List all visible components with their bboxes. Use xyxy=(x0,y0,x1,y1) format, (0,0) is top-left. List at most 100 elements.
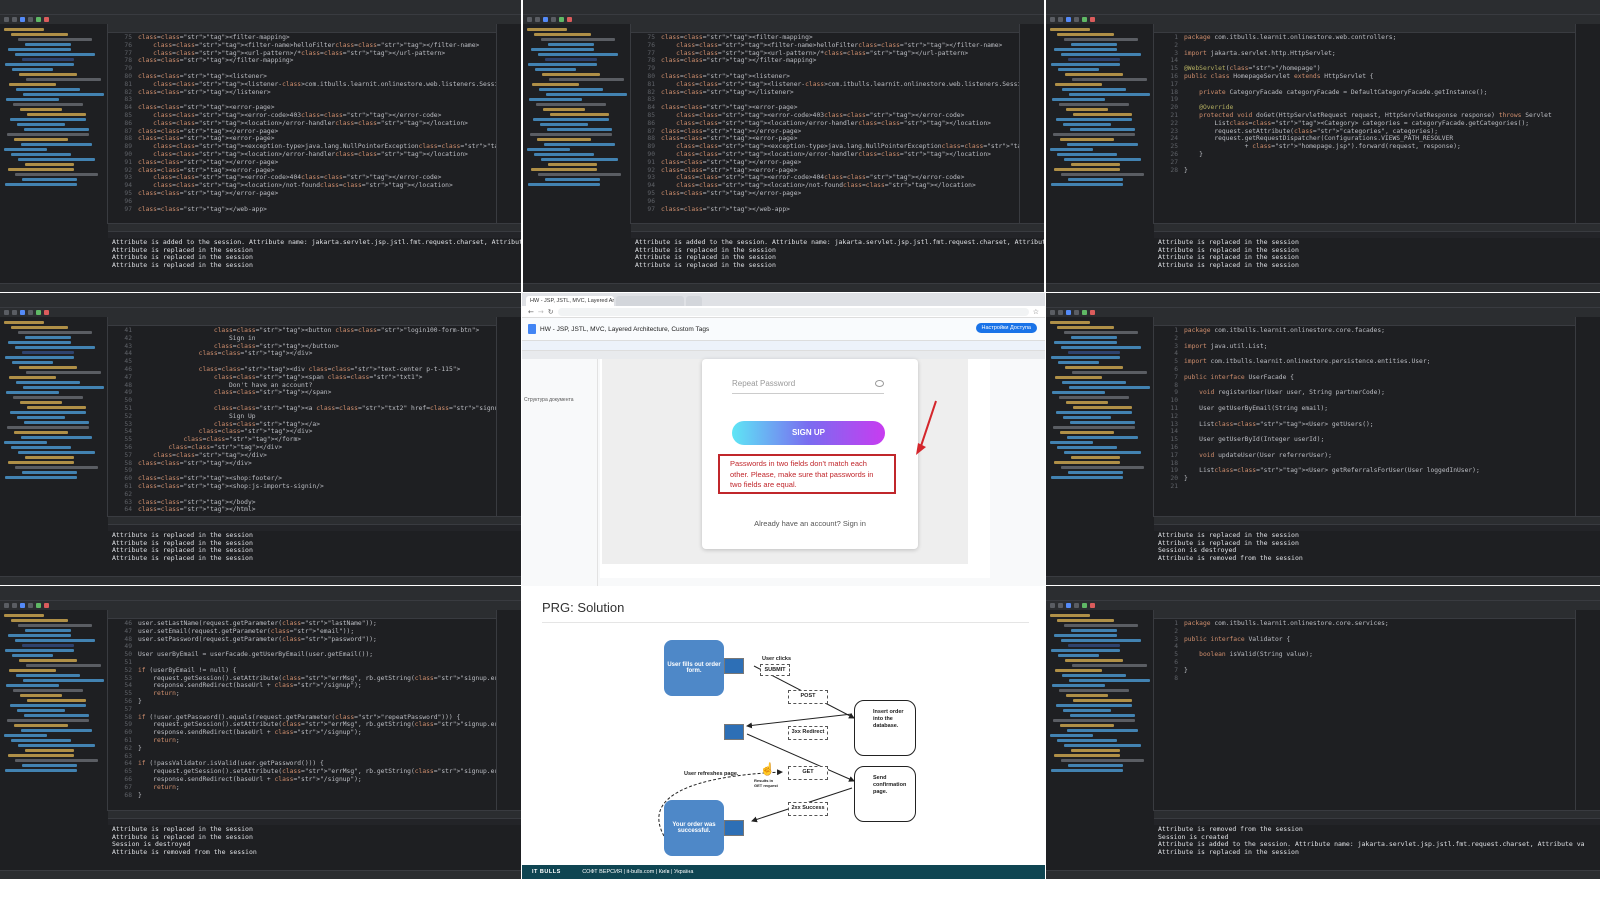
tree-item[interactable] xyxy=(1065,366,1123,369)
code-line[interactable]: 21 protected void doGet(HttpServletReque… xyxy=(1154,112,1576,120)
code-line[interactable]: 22 Listclass=class="str">"tag"><Category… xyxy=(1154,120,1576,128)
code-line[interactable]: 51 class=class="str">"tag"><a class=clas… xyxy=(108,405,497,413)
code-line[interactable]: 60 response.sendRedirect(baseUrl + class… xyxy=(108,729,497,737)
code-line[interactable]: 58 class=class="str">"tag"></div> xyxy=(108,460,497,468)
tree-item[interactable] xyxy=(18,624,92,627)
tree-item[interactable] xyxy=(8,754,74,757)
code-line[interactable]: 54 class=class="str">"tag"></div> xyxy=(108,428,497,436)
tree-item[interactable] xyxy=(15,346,95,349)
tree-item[interactable] xyxy=(1056,118,1132,121)
tree-item[interactable] xyxy=(16,381,80,384)
tree-item[interactable] xyxy=(1055,83,1102,86)
code-line[interactable]: 67 return; xyxy=(108,784,497,792)
code-line[interactable]: 75 class=class="str">"tag"><filter-mappin… xyxy=(108,34,497,42)
code-line[interactable]: 53 class=class="str">"tag"></a> xyxy=(108,421,497,429)
tree-item[interactable] xyxy=(1069,386,1150,389)
stop-icon[interactable] xyxy=(44,603,49,608)
tree-item[interactable] xyxy=(15,53,95,56)
tree-item[interactable] xyxy=(547,128,612,131)
code-line[interactable]: 28} xyxy=(1154,167,1576,175)
tree-item[interactable] xyxy=(1072,371,1147,374)
code-line[interactable]: 60 class=class="str">"tag"><shop:footer/> xyxy=(108,475,497,483)
toolbar-icon[interactable] xyxy=(28,603,33,608)
tree-item[interactable] xyxy=(1053,426,1135,429)
tree-item[interactable] xyxy=(1068,58,1120,61)
tree-item[interactable] xyxy=(1071,336,1117,339)
tree-item[interactable] xyxy=(13,689,83,692)
code-line[interactable]: 57 class=class="str">"tag"></div> xyxy=(108,452,497,460)
tree-item[interactable] xyxy=(7,719,89,722)
tree-item[interactable] xyxy=(1067,436,1138,439)
code-line[interactable]: 61 return; xyxy=(108,737,497,745)
tree-item[interactable] xyxy=(24,421,89,424)
toolbar-icon[interactable] xyxy=(1050,17,1055,22)
tree-item[interactable] xyxy=(22,351,74,354)
tree-item[interactable] xyxy=(21,436,92,439)
tree-item[interactable] xyxy=(1051,476,1123,479)
tree-item[interactable] xyxy=(1051,63,1120,66)
tree-item[interactable] xyxy=(1051,769,1123,772)
toolbar-icon[interactable] xyxy=(1058,17,1063,22)
code-line[interactable]: 82 class=class="str">"tag"></listener> xyxy=(108,89,497,97)
tree-item[interactable] xyxy=(543,108,585,111)
tree-item[interactable] xyxy=(1061,173,1144,176)
code-line[interactable]: 1 package com.itbulls.learnit.onlinestore… xyxy=(1154,34,1576,42)
tree-item[interactable] xyxy=(1050,441,1093,444)
toolbar-icon[interactable] xyxy=(551,17,556,22)
code-line[interactable]: 1 package com.itbulls.learnit.onlinestore… xyxy=(1154,327,1576,335)
code-line[interactable]: 91 class=class="str">"tag"></error-page> xyxy=(108,159,497,167)
run-icon[interactable] xyxy=(1082,310,1087,315)
code-content[interactable]: 75 class=class="str">"tag"><filter-mappin… xyxy=(631,34,1020,224)
code-line[interactable]: 26 } xyxy=(1154,151,1576,159)
tree-item[interactable] xyxy=(25,43,71,46)
code-line[interactable]: 78 class=class="str">"tag"></filter-mappi… xyxy=(108,57,497,65)
tree-item[interactable] xyxy=(5,649,74,652)
code-line[interactable]: 52 if (userByEmail != null) { xyxy=(108,667,497,675)
tree-item[interactable] xyxy=(1055,669,1102,672)
tree-item[interactable] xyxy=(15,466,98,469)
tree-item[interactable] xyxy=(1050,734,1093,737)
tree-item[interactable] xyxy=(5,769,77,772)
tree-item[interactable] xyxy=(533,118,609,121)
tree-item[interactable] xyxy=(1064,744,1141,747)
code-line[interactable]: 59 xyxy=(108,467,497,475)
code-line[interactable]: 54 response.sendRedirect(baseUrl + class… xyxy=(108,682,497,690)
toolbar-icon[interactable] xyxy=(4,603,9,608)
tree-item[interactable] xyxy=(6,684,59,687)
tree-item[interactable] xyxy=(534,153,594,156)
code-line[interactable]: 96 xyxy=(108,198,497,206)
tree-item[interactable] xyxy=(1067,143,1138,146)
tree-item[interactable] xyxy=(25,456,74,459)
toolbar-icon[interactable] xyxy=(1074,17,1079,22)
code-line[interactable]: 25 + class="str">"homepage.jsp").forward… xyxy=(1154,143,1576,151)
code-line[interactable]: 97 class=class="str">"tag"></web-app> xyxy=(108,206,497,214)
code-line[interactable]: 41 class=class="str">"tag"><button class… xyxy=(108,327,497,335)
code-editor[interactable]: 41 class=class="str">"tag"><button class… xyxy=(108,317,497,517)
tree-item[interactable] xyxy=(1066,694,1108,697)
code-line[interactable]: 78 class=class="str">"tag"></filter-mappi… xyxy=(631,57,1020,65)
tree-item[interactable] xyxy=(1061,639,1141,642)
tree-item[interactable] xyxy=(9,376,56,379)
tree-item[interactable] xyxy=(545,58,597,61)
toolbar-icon[interactable] xyxy=(1066,17,1071,22)
code-line[interactable]: 10 xyxy=(1154,397,1576,405)
code-line[interactable]: 92 class=class="str">"tag"><error-page> xyxy=(631,167,1020,175)
code-line[interactable]: 94 class=class="str">"tag"><location>/no… xyxy=(108,182,497,190)
console-panel[interactable]: Attribute is replaced in the session Att… xyxy=(1154,516,1600,577)
tree-item[interactable] xyxy=(26,78,101,81)
tree-item[interactable] xyxy=(25,163,74,166)
tree-item[interactable] xyxy=(19,73,77,76)
editor-tabs[interactable] xyxy=(108,24,497,33)
tree-item[interactable] xyxy=(11,739,71,742)
tree-item[interactable] xyxy=(1057,619,1114,622)
code-line[interactable]: 68} xyxy=(108,792,497,800)
tree-item[interactable] xyxy=(10,704,86,707)
code-line[interactable]: 77 class=class="str">"tag"><url-pattern>… xyxy=(631,50,1020,58)
code-line[interactable]: 16 public class HomepageServlet extends H… xyxy=(1154,73,1576,81)
tree-item[interactable] xyxy=(538,53,618,56)
tree-item[interactable] xyxy=(1053,719,1135,722)
tree-item[interactable] xyxy=(10,411,86,414)
tree-item[interactable] xyxy=(26,371,101,374)
tree-item[interactable] xyxy=(1054,168,1120,171)
tree-item[interactable] xyxy=(9,83,56,86)
